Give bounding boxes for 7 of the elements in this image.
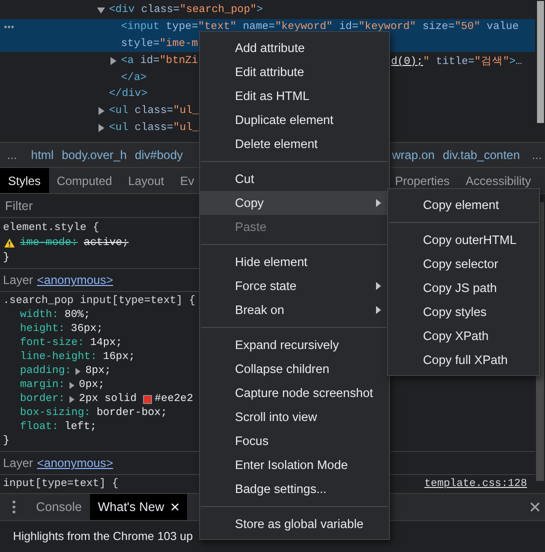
layer-label: Layer — [3, 273, 34, 287]
css-selector: element.style { — [2, 222, 100, 234]
closing-brace: } — [2, 435, 10, 447]
closing-brace: } — [2, 252, 10, 264]
css-selector: .search_pop input[type=text] { — [2, 295, 196, 307]
css-selector: input[type=text] { — [2, 478, 118, 490]
layer-label: Layer — [3, 456, 34, 470]
